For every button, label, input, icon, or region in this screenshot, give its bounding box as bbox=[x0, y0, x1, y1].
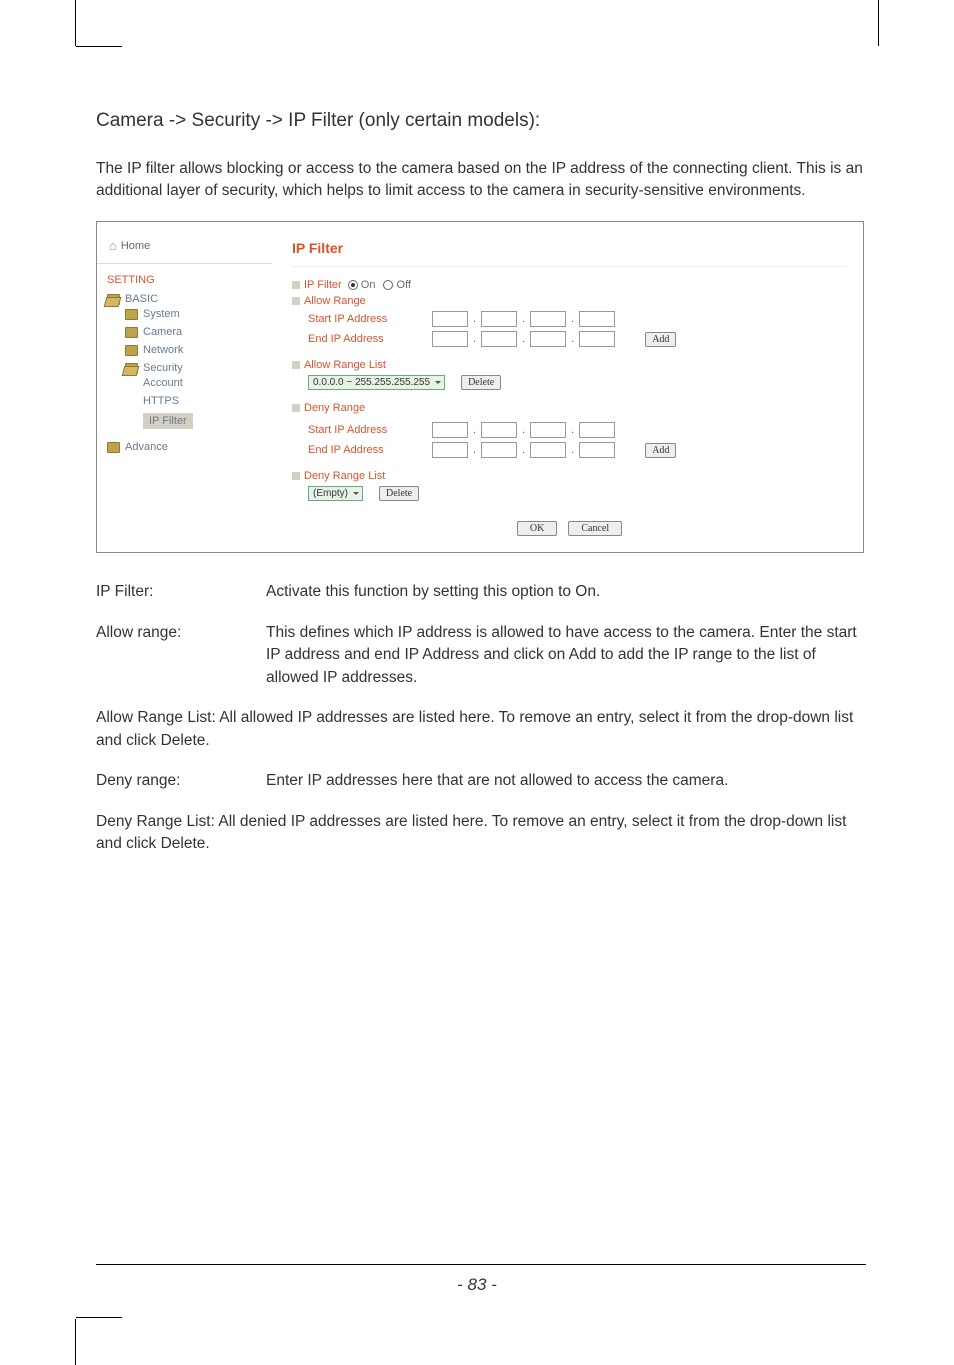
home-icon: ⌂ bbox=[109, 238, 117, 253]
folder-closed-icon bbox=[107, 442, 120, 453]
deny-range-select[interactable]: (Empty) bbox=[308, 486, 363, 501]
page-number: - 83 - bbox=[0, 1275, 954, 1295]
crop-mark bbox=[58, 1319, 76, 1365]
setting-header: SETTING bbox=[97, 264, 272, 290]
allow-range-select[interactable]: 0.0.0.0 ~ 255.255.255.255 bbox=[308, 375, 445, 390]
folder-open-icon bbox=[125, 363, 138, 374]
allow-add-button[interactable]: Add bbox=[645, 332, 676, 347]
sidebar-item-https[interactable]: HTTPS bbox=[143, 395, 272, 407]
intro-paragraph: The IP filter allows blocking or access … bbox=[96, 158, 864, 201]
basic-label: BASIC bbox=[125, 293, 158, 305]
deny-range-list-header: Deny Range List bbox=[292, 470, 385, 482]
allow-delete-button[interactable]: Delete bbox=[461, 375, 501, 390]
page-title: Camera -> Security -> IP Filter (only ce… bbox=[96, 110, 864, 132]
sidebar-item-account[interactable]: Account bbox=[143, 377, 272, 389]
sidebar-item-camera[interactable]: Camera bbox=[125, 326, 272, 338]
folder-closed-icon bbox=[125, 309, 138, 320]
def-body-deny: Enter IP addresses here that are not all… bbox=[266, 770, 864, 792]
crop-mark bbox=[58, 0, 76, 46]
cancel-button[interactable]: Cancel bbox=[568, 521, 622, 536]
footer-rule bbox=[96, 1264, 866, 1265]
def-term-allow: Allow range: bbox=[96, 622, 266, 689]
sidebar-item-system[interactable]: System bbox=[125, 308, 272, 320]
deny-delete-button[interactable]: Delete bbox=[379, 486, 419, 501]
ok-button[interactable]: OK bbox=[517, 521, 557, 536]
def-term-deny: Deny range: bbox=[96, 770, 266, 792]
home-label: Home bbox=[121, 240, 150, 252]
allow-range-header: Allow Range bbox=[292, 295, 366, 307]
sidebar-item-advance[interactable]: Advance bbox=[107, 441, 272, 453]
end-ip-label: End IP Address bbox=[292, 333, 432, 345]
sidebar-item-network[interactable]: Network bbox=[125, 344, 272, 356]
def-body-ipfilter: Activate this function by setting this o… bbox=[266, 581, 864, 603]
home-link[interactable]: ⌂ Home bbox=[97, 232, 272, 264]
sidebar-item-security[interactable]: Security bbox=[125, 362, 272, 374]
deny-end-ip-label: End IP Address bbox=[292, 444, 432, 456]
sidebar-item-ipfilter[interactable]: IP Filter bbox=[143, 413, 272, 429]
allow-start-ip[interactable]: ... bbox=[432, 311, 615, 327]
deny-start-ip[interactable]: ... bbox=[432, 422, 615, 438]
radio-off[interactable]: Off bbox=[383, 279, 411, 291]
deny-end-ip[interactable]: ... bbox=[432, 442, 615, 458]
folder-closed-icon bbox=[125, 345, 138, 356]
folder-closed-icon bbox=[125, 327, 138, 338]
def-term-ipfilter: IP Filter: bbox=[96, 581, 266, 603]
folder-open-icon bbox=[107, 294, 120, 305]
ipfilter-toggle-label: IP Filter bbox=[292, 279, 342, 291]
sidebar-item-basic[interactable]: BASIC bbox=[107, 293, 272, 305]
deny-range-header: Deny Range bbox=[292, 402, 365, 414]
ui-screenshot: ⌂ Home SETTING BASIC System Camera Netwo… bbox=[96, 221, 864, 553]
radio-on[interactable]: On bbox=[348, 279, 376, 291]
deny-add-button[interactable]: Add bbox=[645, 443, 676, 458]
allow-range-list-header: Allow Range List bbox=[292, 359, 386, 371]
deny-start-ip-label: Start IP Address bbox=[292, 424, 432, 436]
panel-title: IP Filter bbox=[292, 232, 847, 267]
def-deny-range-list: Deny Range List: All denied IP addresses… bbox=[96, 813, 846, 852]
def-body-allow: This defines which IP address is allowed… bbox=[266, 622, 864, 689]
start-ip-label: Start IP Address bbox=[292, 313, 432, 325]
allow-end-ip[interactable]: ... bbox=[432, 331, 615, 347]
crop-mark bbox=[878, 0, 896, 46]
def-allow-range-list: Allow Range List: All allowed IP address… bbox=[96, 709, 853, 748]
